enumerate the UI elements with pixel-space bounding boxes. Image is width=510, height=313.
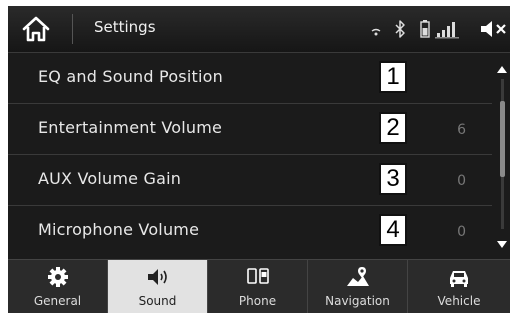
tab-vehicle[interactable]: Vehicle xyxy=(408,260,510,313)
tab-navigation[interactable]: Navigation xyxy=(308,260,408,313)
scroll-up-arrow-icon[interactable] xyxy=(496,59,508,78)
tab-label: Navigation xyxy=(325,294,390,308)
bottom-tab-bar: General Sound Phone Navigation Vehicle xyxy=(8,259,510,313)
list-item-label: EQ and Sound Position xyxy=(38,67,223,86)
list-item-label: Entertainment Volume xyxy=(38,118,223,137)
tab-phone[interactable]: Phone xyxy=(208,260,308,313)
bluetooth-icon xyxy=(394,18,406,40)
scroll-thumb[interactable] xyxy=(500,101,505,177)
list-item-entertainment-volume[interactable]: Entertainment Volume 2 6 xyxy=(8,104,492,155)
list-item-label: AUX Volume Gain xyxy=(38,169,182,188)
list-item-value: 0 xyxy=(457,224,466,240)
list-item-microphone-volume[interactable]: Microphone Volume 4 0 xyxy=(8,206,492,256)
scroll-down-arrow-icon[interactable] xyxy=(496,235,508,254)
tab-label: Sound xyxy=(138,294,177,308)
list-item-eq-sound-position[interactable]: EQ and Sound Position 1 xyxy=(8,53,492,104)
speaker-icon xyxy=(146,266,170,288)
callout-number: 3 xyxy=(379,163,407,195)
callout-number: 1 xyxy=(379,61,407,93)
battery-icon xyxy=(419,18,431,40)
settings-list: EQ and Sound Position 1 Entertainment Vo… xyxy=(8,53,492,259)
callout-number: 4 xyxy=(379,214,407,246)
wifi-icon xyxy=(370,18,382,40)
tab-sound[interactable]: Sound xyxy=(108,260,208,313)
navigation-icon xyxy=(346,266,370,288)
callout-number: 2 xyxy=(379,112,407,144)
scrollbar[interactable] xyxy=(494,53,510,259)
car-icon xyxy=(447,266,471,288)
phone-icon xyxy=(246,266,270,288)
settings-screen: Settings EQ and Sound Position 1 Enterta… xyxy=(8,6,510,313)
gear-icon xyxy=(46,266,70,288)
page-title: Settings xyxy=(94,18,156,36)
home-icon[interactable] xyxy=(20,14,52,44)
tab-label: General xyxy=(33,294,82,308)
list-item-value: 0 xyxy=(457,173,466,189)
list-item-value: 6 xyxy=(457,122,466,138)
mute-icon xyxy=(478,18,508,40)
tab-label: Vehicle xyxy=(437,294,481,308)
header-bar: Settings xyxy=(8,6,510,53)
header-divider xyxy=(72,14,73,44)
signal-icon xyxy=(435,18,461,40)
tab-label: Phone xyxy=(238,294,277,308)
list-item-label: Microphone Volume xyxy=(38,220,200,239)
tab-general[interactable]: General xyxy=(8,260,108,313)
list-item-aux-volume-gain[interactable]: AUX Volume Gain 3 0 xyxy=(8,155,492,206)
